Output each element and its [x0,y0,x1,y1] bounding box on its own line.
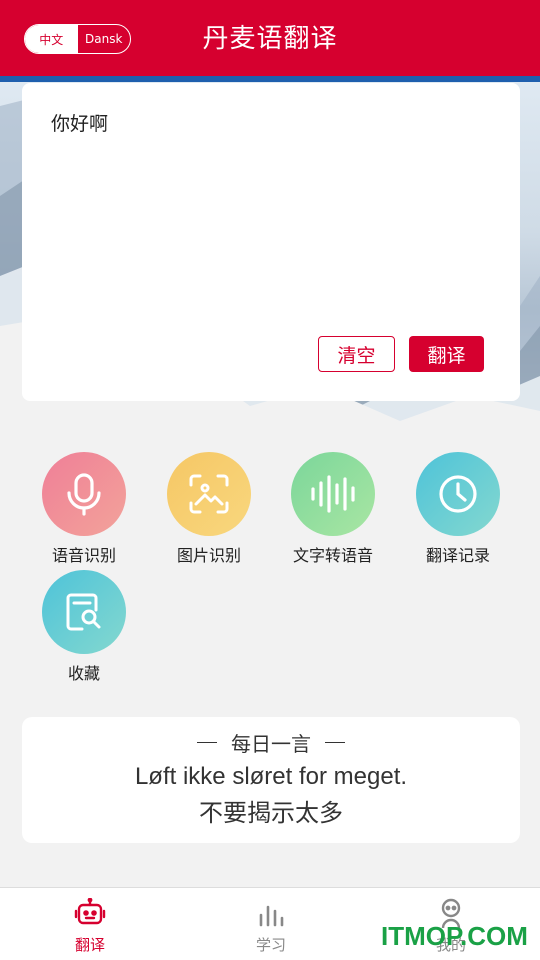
divider [325,741,345,744]
daily-quote-card: 每日一言 Løft ikke sløret for meget. 不要揭示太多 [22,717,520,843]
source-text-input[interactable] [51,111,491,133]
nav-tab-translate[interactable]: 翻译 [50,897,130,955]
nav-tab-study[interactable]: 学习 [231,898,311,955]
feature-label: 图片识别 [176,546,241,565]
daily-quote-chinese: 不要揭示太多 [199,799,343,827]
clear-button[interactable]: 清空 [318,336,395,372]
feature-voice-recognition[interactable]: 语音识别 [29,452,139,566]
document-search-icon [42,570,126,654]
daily-quote-title: 每日一言 [231,732,311,756]
daily-quote-heading: 每日一言 [22,728,520,757]
feature-text-to-speech[interactable]: 文字转语音 [278,452,388,566]
watermark-text: ITMOP.COM [381,921,528,951]
image-scan-icon [167,452,251,536]
feature-favorites[interactable]: 收藏 [29,570,139,684]
robot-icon [74,897,106,925]
microphone-icon [42,452,126,536]
feature-label: 文字转语音 [292,546,373,565]
translation-input-card: 清空 翻译 [22,83,520,401]
app-header: 中文 Dansk 丹麦语翻译 [0,0,540,76]
feature-label: 语音识别 [51,546,116,565]
nav-label: 学习 [255,936,286,954]
divider [197,741,217,744]
feature-translation-history[interactable]: 翻译记录 [403,452,513,566]
feature-label: 翻译记录 [425,546,490,565]
nav-label: 翻译 [74,936,105,954]
translate-button[interactable]: 翻译 [409,336,484,372]
bar-chart-icon [259,905,284,927]
feature-label: 收藏 [67,664,100,683]
clock-icon [416,452,500,536]
feature-image-recognition[interactable]: 图片识别 [154,452,264,566]
sound-wave-icon [291,452,375,536]
daily-quote-danish: Løft ikke sløret for meget. [134,763,408,790]
page-title: 丹麦语翻译 [202,24,338,54]
